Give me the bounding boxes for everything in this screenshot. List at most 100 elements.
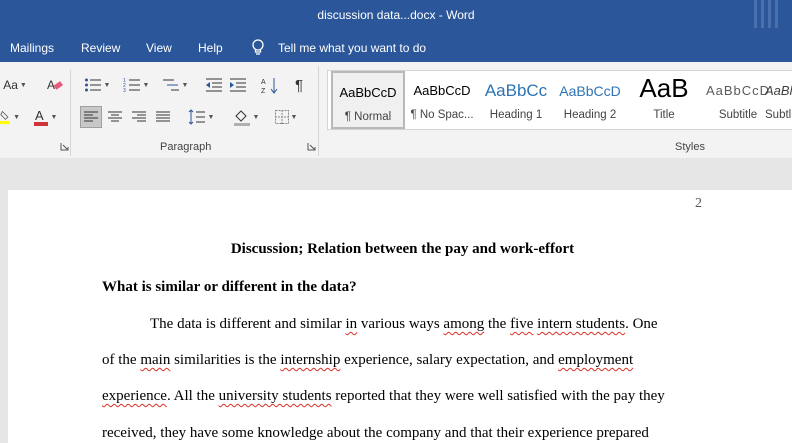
change-case-button[interactable]: Aa ▼ bbox=[0, 74, 30, 96]
window-title: discussion data...docx - Word bbox=[317, 8, 475, 22]
highlight-color-button[interactable]: ▼ bbox=[0, 106, 20, 128]
numbering-button[interactable]: 1 2 3 ▼ bbox=[119, 74, 153, 96]
align-right-button[interactable] bbox=[128, 106, 150, 128]
body-line[interactable]: of the main similarities is the internsh… bbox=[102, 352, 633, 369]
justify-button[interactable] bbox=[152, 106, 174, 128]
style-subtitle[interactable]: AaBbCcD Subtitle bbox=[701, 71, 775, 129]
bullets-icon bbox=[84, 78, 101, 92]
style-name: Subtl bbox=[765, 109, 792, 121]
body-line[interactable]: received, they have some knowledge about… bbox=[102, 425, 649, 442]
style-heading-2[interactable]: AaBbCcD Heading 2 bbox=[553, 71, 627, 129]
spelling-error-word: internship bbox=[280, 352, 341, 368]
paragraph-dialog-launcher-icon[interactable] bbox=[307, 142, 316, 151]
decrease-indent-icon bbox=[206, 78, 222, 92]
group-separator bbox=[318, 66, 319, 156]
spelling-error-word: intern students bbox=[537, 316, 626, 332]
document-heading[interactable]: Discussion; Relation between the pay and… bbox=[0, 241, 792, 258]
font-color-icon: A bbox=[33, 108, 48, 126]
style-preview: AaBbCcD bbox=[559, 83, 621, 99]
align-left-button[interactable] bbox=[80, 106, 102, 128]
borders-button[interactable]: ▼ bbox=[269, 106, 303, 128]
app-corner-pattern bbox=[754, 0, 780, 30]
body-text-run: . All the bbox=[166, 388, 219, 404]
tab-view[interactable]: View bbox=[146, 41, 172, 55]
paint-bucket-icon bbox=[233, 110, 250, 126]
line-spacing-button[interactable]: ▼ bbox=[185, 106, 217, 128]
style-name: ¶ Normal bbox=[344, 111, 392, 123]
style-name: Heading 1 bbox=[489, 109, 543, 121]
borders-icon bbox=[274, 110, 289, 124]
clear-formatting-icon: A bbox=[47, 78, 63, 92]
shading-button[interactable]: ▼ bbox=[229, 106, 263, 128]
sort-button[interactable]: A Z bbox=[259, 74, 281, 96]
style-preview: AaBbCcD bbox=[413, 83, 471, 98]
document-subheading[interactable]: What is similar or different in the data… bbox=[102, 279, 357, 296]
spelling-error-word: among bbox=[443, 316, 485, 332]
body-text-run: similarities is the bbox=[170, 352, 281, 368]
styles-gallery: AaBbCcD ¶ Normal AaBbCcD ¶ No Spac... Aa… bbox=[327, 70, 792, 130]
show-formatting-marks-button[interactable]: ¶ bbox=[288, 74, 310, 96]
change-case-label: Aa bbox=[3, 78, 18, 92]
body-text-run: The data is different and similar bbox=[150, 316, 346, 332]
spelling-error-word: employment bbox=[558, 352, 634, 368]
tab-help[interactable]: Help bbox=[198, 41, 223, 55]
pilcrow-icon: ¶ bbox=[294, 76, 304, 94]
svg-text:A: A bbox=[261, 79, 266, 86]
paragraph-group-label: Paragraph bbox=[160, 141, 212, 153]
body-text-run: . One bbox=[625, 316, 658, 332]
svg-text:A: A bbox=[47, 78, 55, 92]
sort-icon: A Z bbox=[261, 78, 278, 94]
tab-review[interactable]: Review bbox=[81, 41, 120, 55]
increase-indent-button[interactable] bbox=[227, 74, 249, 96]
spelling-error-word: university students bbox=[218, 388, 332, 404]
style-heading-1[interactable]: AaBbCc Heading 1 bbox=[479, 71, 553, 129]
body-line[interactable]: The data is different and similar in var… bbox=[150, 316, 658, 333]
group-separator bbox=[70, 138, 71, 156]
lightbulb-icon bbox=[252, 39, 264, 55]
clear-formatting-button[interactable]: A bbox=[44, 74, 66, 96]
body-text-run: the bbox=[484, 316, 511, 332]
body-text-run: of the bbox=[102, 352, 141, 368]
style-subtle-emphasis[interactable]: AaBl Subtl bbox=[765, 71, 792, 129]
svg-text:A: A bbox=[35, 108, 44, 123]
tab-mailings[interactable]: Mailings bbox=[10, 41, 54, 55]
body-text-run: various ways bbox=[357, 316, 444, 332]
body-text-run: received, they have some knowledge about… bbox=[102, 425, 649, 441]
font-dialog-launcher-icon[interactable] bbox=[60, 142, 69, 151]
line-spacing-icon bbox=[188, 109, 205, 125]
bullets-button[interactable]: ▼ bbox=[80, 74, 114, 96]
styles-group-label: Styles bbox=[675, 141, 705, 153]
style-no-spacing[interactable]: AaBbCcD ¶ No Spac... bbox=[405, 71, 479, 129]
svg-text:Z: Z bbox=[261, 88, 266, 94]
body-line[interactable]: experience. All the university students … bbox=[102, 388, 665, 405]
decrease-indent-button[interactable] bbox=[203, 74, 225, 96]
increase-indent-icon bbox=[230, 78, 246, 92]
page-number: 2 bbox=[695, 196, 702, 211]
font-color-button[interactable]: A ▼ bbox=[28, 106, 62, 128]
align-center-icon bbox=[108, 111, 122, 122]
title-bar: discussion data...docx - Word bbox=[0, 0, 792, 32]
svg-text:3: 3 bbox=[123, 88, 126, 93]
multilevel-list-icon bbox=[162, 79, 179, 91]
style-preview: AaBl bbox=[765, 83, 792, 98]
tell-me-search[interactable]: Tell me what you want to do bbox=[278, 41, 426, 55]
style-name: ¶ No Spac... bbox=[410, 109, 474, 121]
justify-icon bbox=[156, 111, 170, 122]
align-center-button[interactable] bbox=[104, 106, 126, 128]
style-preview: AaBbCc bbox=[484, 81, 548, 100]
spelling-error-word: experience bbox=[102, 388, 167, 404]
spelling-error-word: main bbox=[140, 352, 171, 368]
align-left-icon bbox=[84, 111, 98, 122]
style-preview: AaB bbox=[639, 73, 689, 103]
style-title[interactable]: AaB Title bbox=[627, 71, 701, 129]
style-normal[interactable]: AaBbCcD ¶ Normal bbox=[331, 71, 405, 129]
highlighter-icon bbox=[0, 110, 10, 125]
align-right-icon bbox=[132, 111, 146, 122]
multilevel-list-button[interactable]: ▼ bbox=[158, 74, 192, 96]
spelling-error-word: five bbox=[510, 316, 534, 332]
style-preview: AaBbCcD bbox=[339, 85, 397, 100]
numbering-icon: 1 2 3 bbox=[123, 78, 140, 93]
body-text-run: experience, salary expectation, and bbox=[340, 352, 559, 368]
body-text-run: reported that they were well satisfied w… bbox=[331, 388, 665, 404]
menu-bar: Mailings Review View Help Tell me what y… bbox=[0, 32, 792, 62]
